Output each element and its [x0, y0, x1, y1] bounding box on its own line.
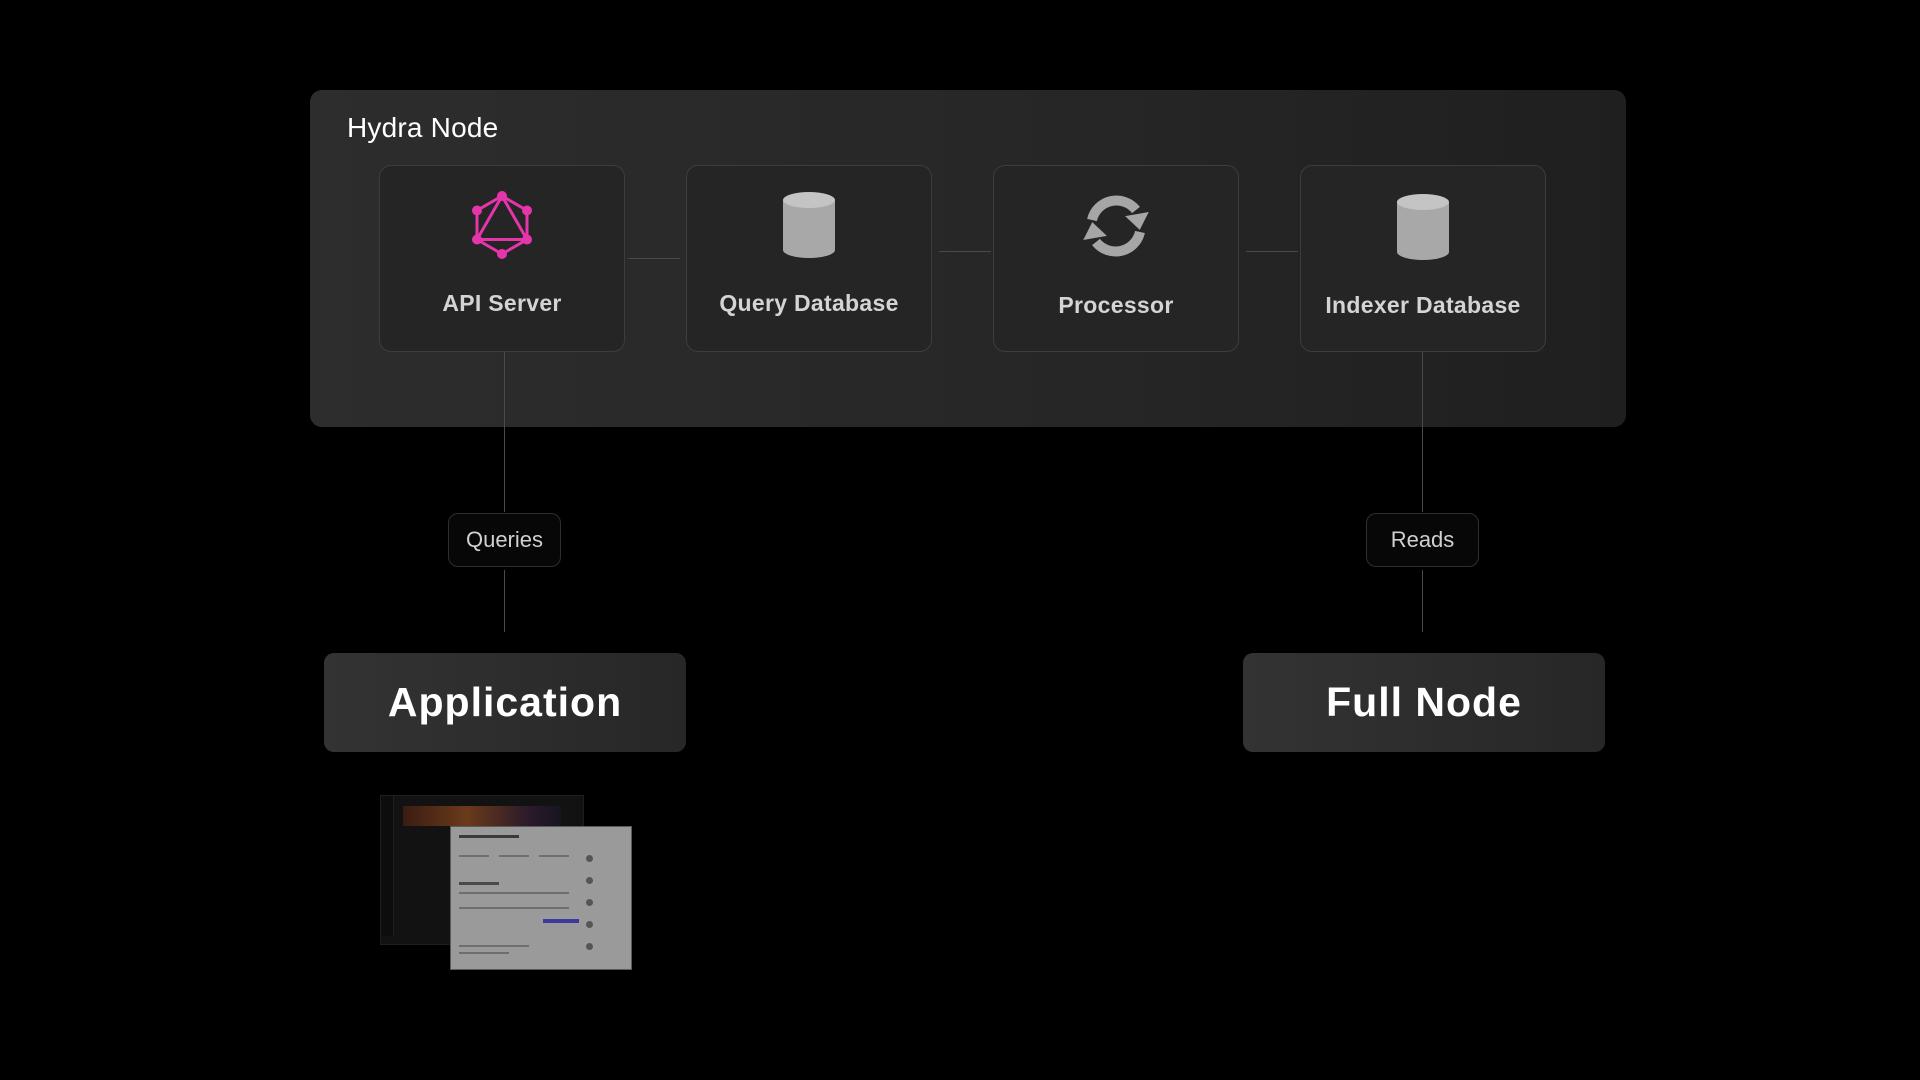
- indexer-database-label: Indexer Database: [1325, 292, 1521, 318]
- thumbnail-avatar: [586, 877, 593, 884]
- thumbnail-line: [539, 855, 569, 857]
- api-server-label: API Server: [442, 290, 562, 316]
- thumbnail-sidebar: [381, 796, 394, 936]
- thumbnail-line: [459, 907, 569, 909]
- thumbnail-front-window: [450, 826, 632, 970]
- thumbnail-line: [459, 892, 569, 894]
- edge-processor-to-query-db: [939, 251, 991, 252]
- thumbnail-avatar: [586, 899, 593, 906]
- thumbnail-avatar: [586, 855, 593, 862]
- database-icon: [1397, 194, 1449, 260]
- full-node[interactable]: Full Node: [1243, 653, 1605, 752]
- edge-api-to-query-db: [628, 258, 680, 259]
- thumbnail-button: [543, 919, 579, 923]
- reads-label: Reads: [1366, 513, 1479, 567]
- query-database-label: Query Database: [719, 290, 899, 316]
- hydra-node-title: Hydra Node: [347, 112, 499, 143]
- edge-indexer-to-processor: [1246, 251, 1298, 252]
- thumbnail-line: [459, 952, 509, 954]
- graphql-icon: [472, 191, 532, 259]
- thumbnail-avatar: [586, 921, 593, 928]
- thumbnail-avatar: [586, 943, 593, 950]
- application-node[interactable]: Application: [324, 653, 686, 752]
- thumbnail-line: [459, 855, 489, 857]
- queries-label: Queries: [448, 513, 561, 567]
- query-database-card[interactable]: Query Database: [686, 165, 932, 352]
- edge-indexer-to-reads: [1422, 352, 1423, 512]
- edge-queries-to-application: [504, 570, 505, 632]
- processor-label: Processor: [1058, 292, 1174, 318]
- thumbnail-banner: [403, 806, 561, 826]
- api-server-card[interactable]: API Server: [379, 165, 625, 352]
- thumbnail-line: [459, 882, 499, 885]
- hydra-node-container: Hydra Node API Server Query Database Pro…: [310, 90, 1626, 427]
- processor-card[interactable]: Processor: [993, 165, 1239, 352]
- edge-api-to-queries: [504, 352, 505, 512]
- application-screenshot-thumbnail: [380, 795, 632, 970]
- thumbnail-line: [499, 855, 529, 857]
- edge-reads-to-full-node: [1422, 570, 1423, 632]
- refresh-cycle-icon: [1083, 195, 1149, 257]
- indexer-database-card[interactable]: Indexer Database: [1300, 165, 1546, 352]
- thumbnail-heading: [459, 835, 519, 838]
- database-icon: [783, 192, 835, 258]
- thumbnail-line: [459, 945, 529, 947]
